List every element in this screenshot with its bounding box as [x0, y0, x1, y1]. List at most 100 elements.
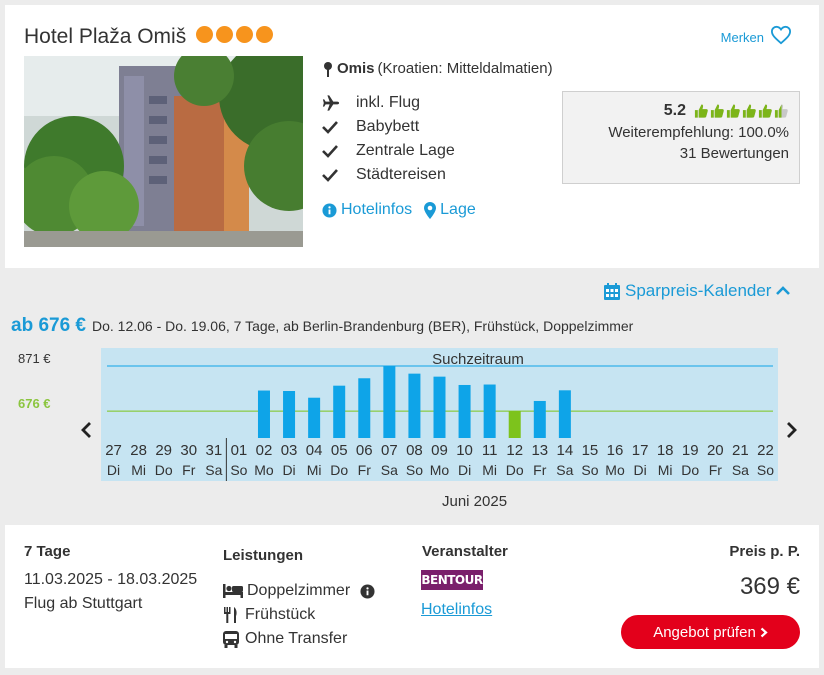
- operator-logo-text: BENTOUR: [421, 573, 483, 587]
- service-label: Doppelzimmer: [247, 582, 351, 599]
- chart-svg: Suchzeitraum 27 Di 28 Mi 29 Do 30 Fr 31 Sa 01 So 02 Mo…: [105, 351, 774, 481]
- weekday-label: Do: [330, 462, 348, 478]
- hotel-photo[interactable]: [24, 56, 303, 247]
- day-number-label: 20: [707, 442, 724, 459]
- operator-title: Veranstalter: [422, 543, 508, 560]
- star-icon: [256, 26, 273, 43]
- day-number-label: 10: [456, 442, 473, 459]
- price-bar: [508, 411, 521, 438]
- weekday-label: Fr: [533, 462, 547, 478]
- review-count: 31 Bewertungen: [679, 145, 789, 162]
- weekday-label: Do: [681, 462, 699, 478]
- hotelinfos-label: Hotelinfos: [341, 201, 413, 218]
- feature-label: inkl. Flug: [356, 94, 421, 111]
- day-number-label: 28: [130, 442, 147, 459]
- weekday-label: So: [757, 462, 774, 478]
- day-number-label: 09: [431, 442, 448, 459]
- day-number-label: 05: [331, 442, 348, 459]
- info-icon: [322, 202, 337, 218]
- lage-label: Lage: [440, 201, 476, 218]
- info-icon[interactable]: [360, 583, 375, 599]
- weekday-label: Sa: [732, 462, 749, 478]
- day-number-label: 06: [356, 442, 373, 459]
- pin-icon: [324, 61, 332, 77]
- price-bar: [257, 390, 270, 438]
- day-number-label: 02: [256, 442, 273, 459]
- price-bar: [558, 390, 571, 438]
- day-number-label: 07: [381, 442, 398, 459]
- star-rating: [196, 26, 273, 43]
- day-number-label: 16: [607, 442, 624, 459]
- hotelinfos-link[interactable]: Hotelinfos: [322, 201, 412, 219]
- day-number-label: 14: [557, 442, 574, 459]
- weekday-label: Do: [506, 462, 524, 478]
- y-min-label: 676 €: [18, 396, 51, 411]
- chevron-up-icon: [776, 286, 791, 295]
- chevron-left-icon[interactable]: [80, 419, 92, 445]
- services-title: Leistungen: [223, 547, 304, 564]
- feature-item: inkl. Flug: [322, 91, 455, 115]
- price-bar: [433, 376, 446, 438]
- y-max-label: 871 €: [18, 351, 51, 366]
- check-icon: [322, 144, 356, 158]
- price-bar: [283, 391, 296, 438]
- check-icon: [322, 168, 356, 182]
- day-number-label: 30: [180, 442, 197, 459]
- chevron-right-icon[interactable]: [786, 419, 798, 445]
- day-number-label: 12: [506, 442, 523, 459]
- rating-box[interactable]: 5.2 Weiterempfehlung: 100.0% 31 Bewertun…: [562, 91, 800, 184]
- weekday-label: Fr: [182, 462, 196, 478]
- weekday-label: Fr: [709, 462, 723, 478]
- plane-icon: [322, 94, 356, 112]
- angebot-pruefen-button[interactable]: Angebot prüfen: [621, 615, 800, 649]
- day-number-label: 17: [632, 442, 649, 459]
- merken-button[interactable]: Merken: [721, 25, 792, 45]
- operator-logo: BENTOUR: [421, 570, 483, 590]
- price-bar: [458, 384, 471, 438]
- day-number-label: 04: [306, 442, 323, 459]
- day-number-label: 03: [281, 442, 298, 459]
- offer-price: 369 €: [739, 573, 800, 600]
- weekday-label: Di: [633, 462, 646, 478]
- price-calendar-chart: Suchzeitraum 27 Di 28 Mi 29 Do 30 Fr 31 Sa 01 So 02 Mo…: [101, 348, 778, 481]
- weekday-label: Mo: [605, 462, 625, 478]
- service-item: Ohne Transfer: [223, 627, 375, 651]
- weekday-label: So: [230, 462, 247, 478]
- hotel-name[interactable]: Hotel Plaža Omiš: [24, 25, 186, 49]
- price-bar: [408, 373, 421, 438]
- weekday-label: Do: [155, 462, 173, 478]
- weekday-label: Mi: [131, 462, 146, 478]
- rating-score: 5.2: [663, 102, 686, 119]
- map-pin-icon: [424, 201, 437, 219]
- heart-icon: [770, 25, 792, 45]
- cutlery-icon: [224, 607, 237, 623]
- weekday-label: Mi: [307, 462, 322, 478]
- weekday-label: Mo: [430, 462, 450, 478]
- lage-link[interactable]: Lage: [424, 201, 476, 219]
- price-from: ab 676 €: [11, 315, 86, 336]
- feature-item: Babybett: [322, 115, 455, 139]
- day-number-label: 22: [757, 442, 774, 459]
- weekday-label: Sa: [381, 462, 398, 478]
- price-bar: [533, 400, 546, 438]
- weekday-label: Di: [282, 462, 295, 478]
- sparpreis-kalender-toggle[interactable]: Sparpreis-Kalender: [604, 281, 791, 301]
- thumb-up-icon: [758, 104, 772, 118]
- price-title: Preis p. P.: [729, 543, 800, 560]
- weekday-label: So: [581, 462, 598, 478]
- calendar-icon: [604, 282, 620, 300]
- weekday-label: Di: [458, 462, 471, 478]
- check-icon: [322, 120, 356, 134]
- service-item: Frühstück: [223, 603, 375, 627]
- offer-dates: 11.03.2025 - 18.03.2025: [24, 571, 198, 588]
- search-window-label: Suchzeitraum: [432, 351, 524, 368]
- hotel-card: Hotel Plaža Omiš Merken Omis (Kroatien: …: [5, 5, 819, 268]
- services-list: Doppelzimmer Frühstück Ohne Transfer: [223, 579, 375, 651]
- recommendation-text: Weiterempfehlung: 100.0%: [608, 124, 789, 141]
- service-label: Frühstück: [245, 606, 316, 623]
- day-number-label: 01: [231, 442, 248, 459]
- day-number-label: 29: [155, 442, 172, 459]
- weekday-label: Sa: [556, 462, 573, 478]
- weekday-label: Mi: [658, 462, 673, 478]
- operator-hotelinfos-link[interactable]: Hotelinfos: [421, 601, 492, 619]
